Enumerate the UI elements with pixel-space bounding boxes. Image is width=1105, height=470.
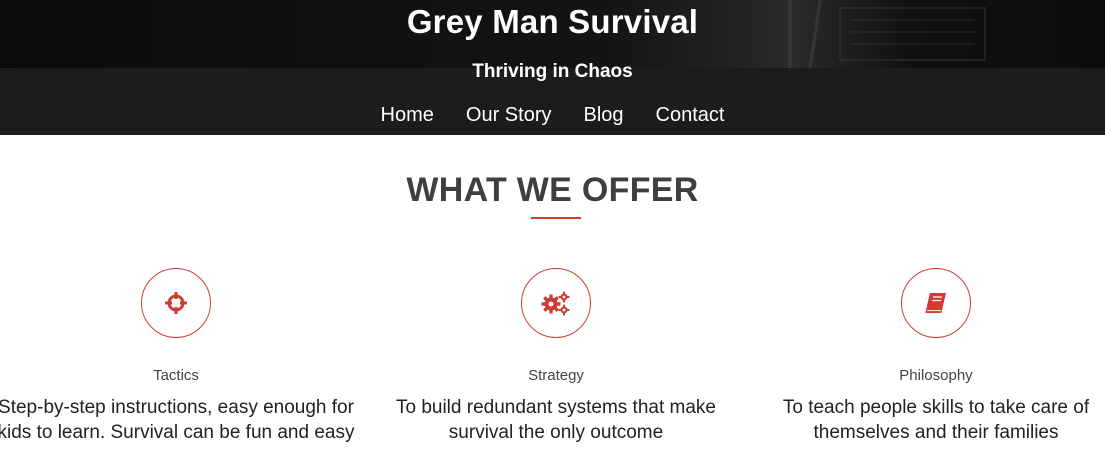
- book-icon: [925, 293, 946, 313]
- feature-description: To teach people skills to take care of t…: [782, 397, 1090, 443]
- nav-item-our-story[interactable]: Our Story: [466, 102, 552, 128]
- gears-icon: [541, 291, 570, 316]
- nav-item-home[interactable]: Home: [381, 102, 434, 128]
- feature-description: Step-by-step instructions, easy enough f…: [0, 397, 355, 443]
- main-nav: Home Our Story Blog Contact: [0, 102, 1105, 128]
- feature-label: Philosophy: [899, 367, 973, 384]
- title-divider: [531, 217, 581, 219]
- section-title: WHAT WE OFFER: [406, 171, 699, 209]
- feature-description: To build redundant systems that make sur…: [395, 397, 716, 443]
- feature-icon-circle: [141, 268, 211, 338]
- site-title[interactable]: Grey Man Survival: [0, 2, 1105, 42]
- nav-item-contact[interactable]: Contact: [656, 102, 725, 128]
- feature-label: Tactics: [153, 367, 199, 384]
- feature-icon-circle: [901, 268, 971, 338]
- crosshairs-icon: [165, 292, 187, 314]
- feature-icon-circle: [521, 268, 591, 338]
- feature-label: Strategy: [528, 367, 584, 384]
- site-tagline: Thriving in Chaos: [472, 61, 633, 82]
- nav-item-blog[interactable]: Blog: [583, 102, 623, 128]
